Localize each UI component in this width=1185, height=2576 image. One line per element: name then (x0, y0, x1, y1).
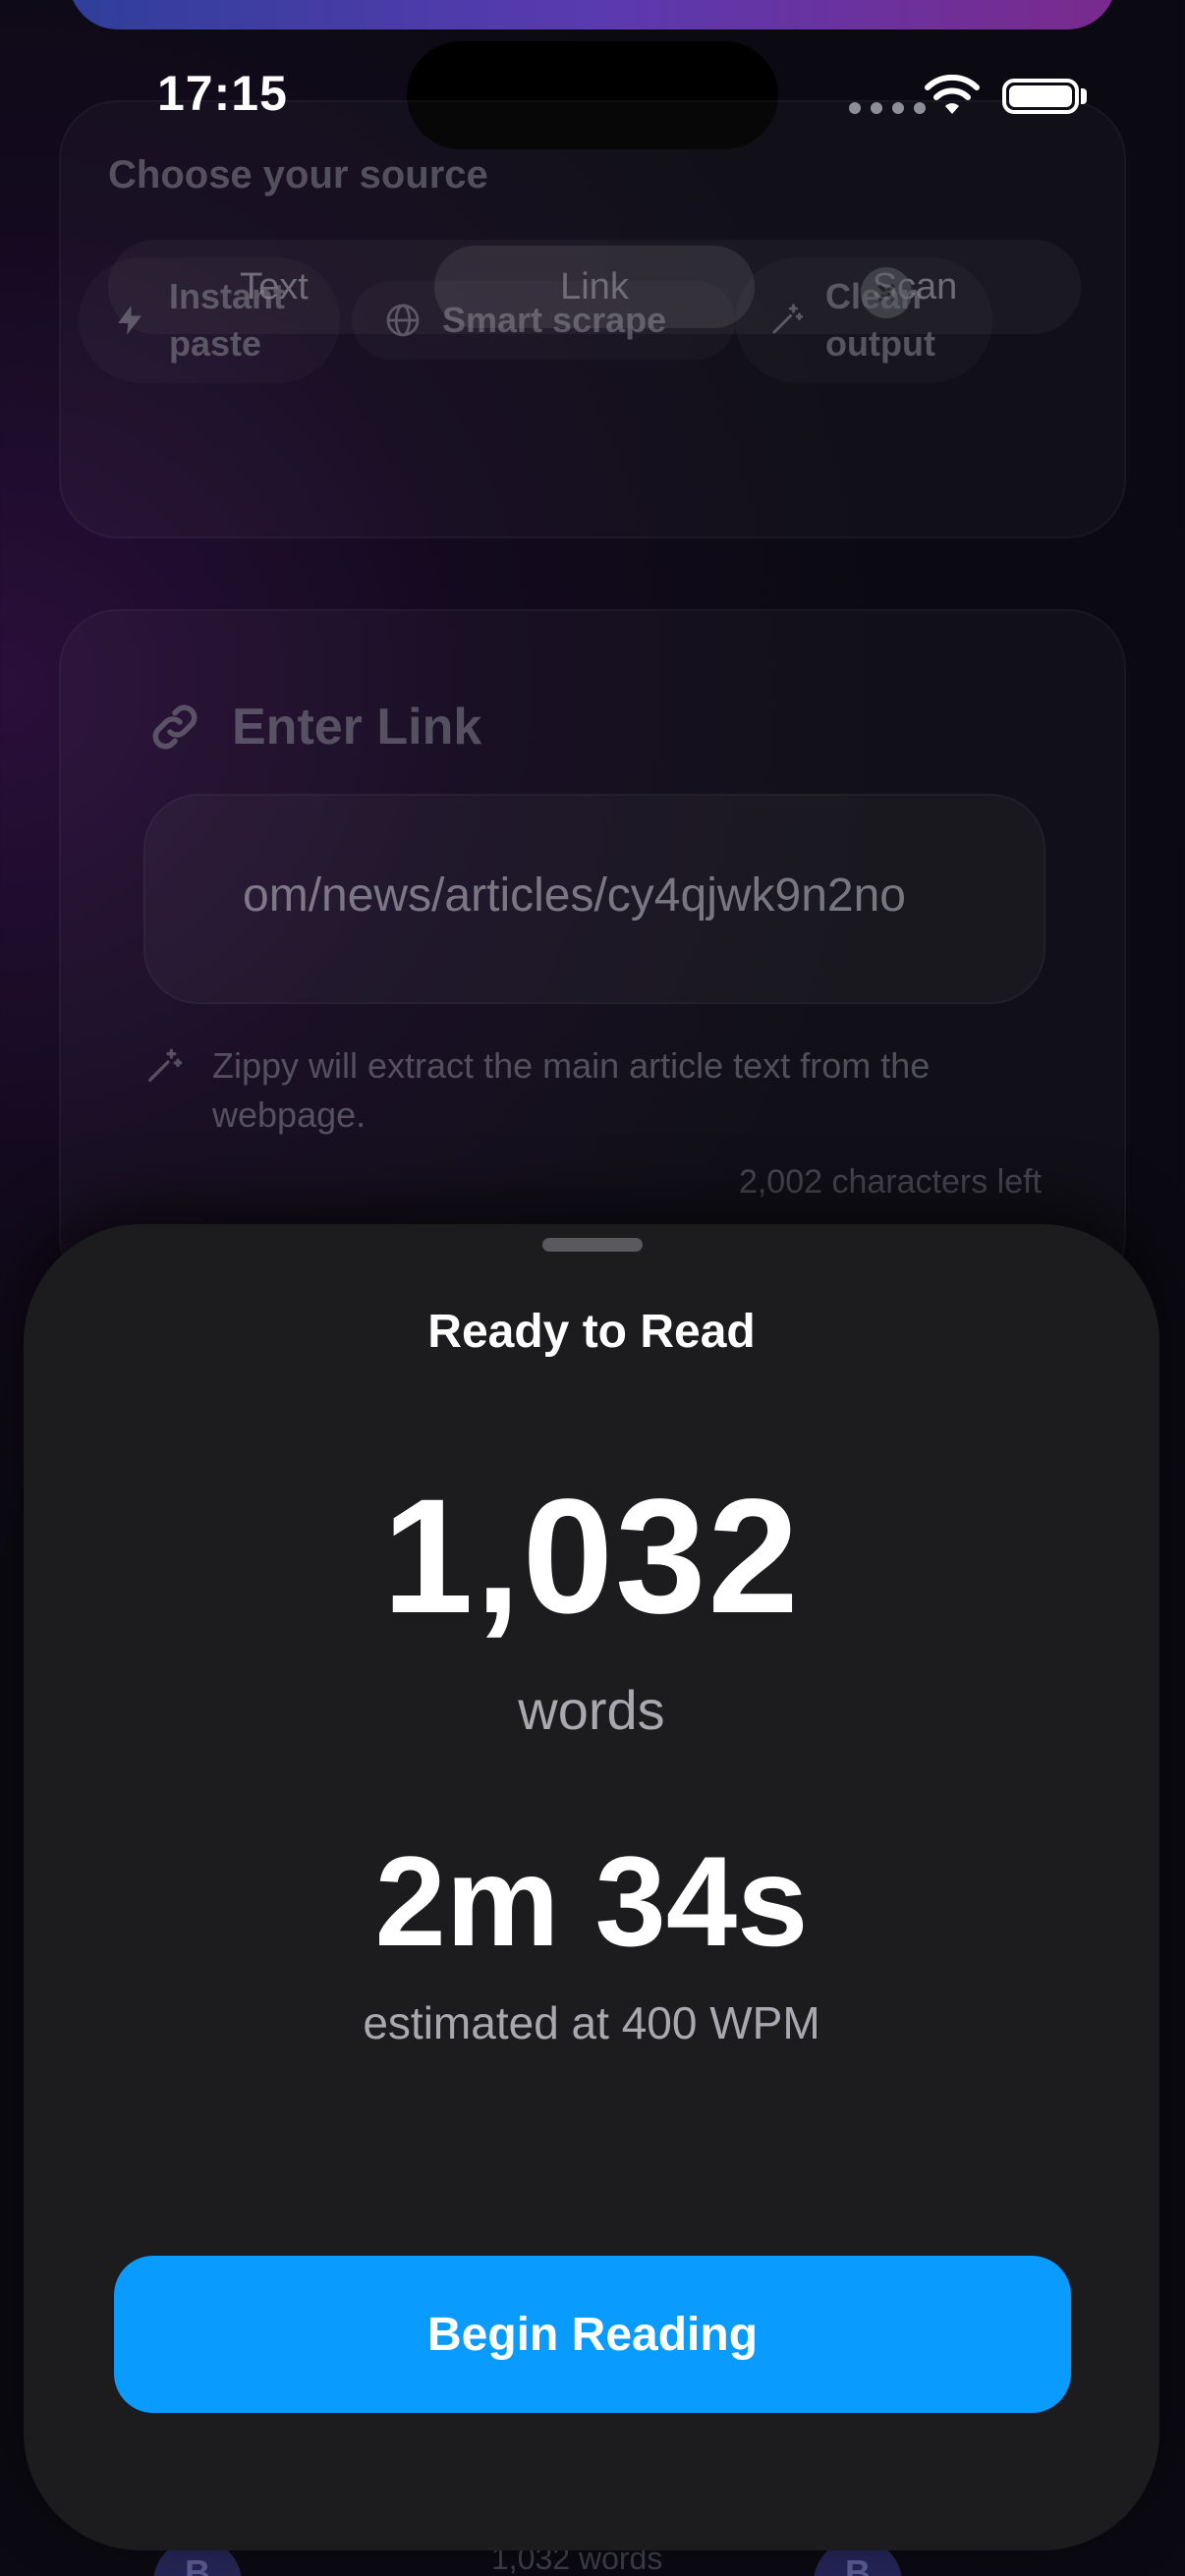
link-title: Enter Link (145, 698, 481, 756)
feature-chip-smart-scrape: Smart scrape (352, 281, 735, 360)
top-gradient-banner (69, 0, 1116, 29)
link-hint: Zippy will extract the main article text… (143, 1041, 988, 1140)
link-input-value: om/news/articles/cy4qjwk9n2no (243, 869, 906, 922)
feature-chip-instant-paste: Instant paste (79, 257, 340, 383)
begin-reading-button[interactable]: Begin Reading (114, 2256, 1071, 2413)
clear-input-icon[interactable]: × (861, 267, 912, 318)
feature-label: Smart scrape (442, 300, 667, 340)
link-icon (152, 704, 198, 750)
feature-chip-clean-output: Clean output (735, 257, 992, 383)
link-hint-text: Zippy will extract the main article text… (212, 1045, 931, 1135)
link-title-label: Enter Link (232, 699, 482, 756)
magic-wand-icon (148, 1048, 183, 1082)
source-title: Choose your source (108, 153, 488, 196)
reading-time-subtitle: estimated at 400 WPM (363, 1997, 820, 2048)
characters-left: 2,002 characters left (738, 1163, 1042, 1201)
word-count: 1,032 (382, 1466, 801, 1648)
sheet-grabber[interactable] (542, 1238, 643, 1252)
reading-time-estimate: 2m 34s (374, 1829, 809, 1973)
bolt-icon (118, 306, 141, 335)
feature-label: Instant paste (169, 276, 286, 364)
ready-to-read-sheet: Ready to Read 1,032 words 2m 34s estimat… (24, 1224, 1159, 2550)
globe-icon (386, 304, 420, 337)
sheet-title: Ready to Read (427, 1306, 756, 1358)
link-input[interactable]: om/news/articles/cy4qjwk9n2no (143, 794, 1045, 1004)
magic-wand-icon (772, 304, 804, 334)
link-card: Enter Link om/news/articles/cy4qjwk9n2no… (59, 609, 1126, 1297)
word-count-unit: words (518, 1679, 665, 1741)
